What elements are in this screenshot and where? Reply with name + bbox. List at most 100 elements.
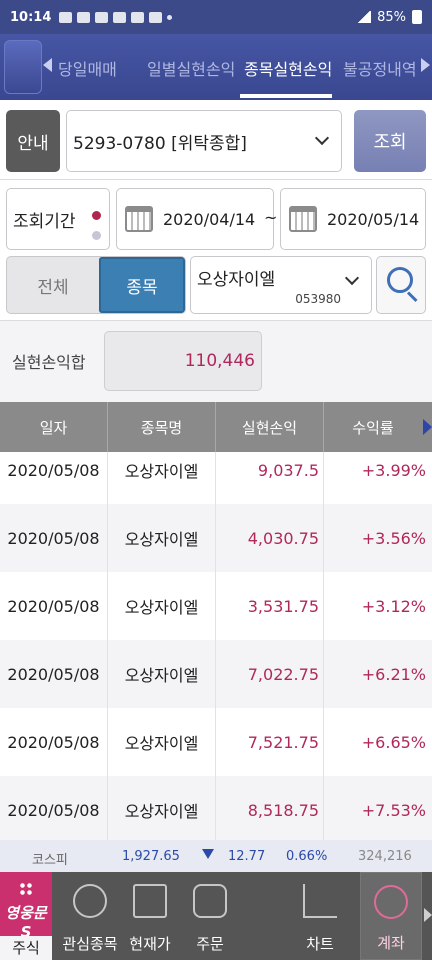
chart-icon [303,884,337,918]
summary-row: 실현손익합 110,446 [0,320,432,400]
battery-icon [412,10,422,24]
tab-scroll-left-icon[interactable] [43,58,52,72]
tab-scroll-right-icon[interactable] [421,58,430,72]
watchlist-icon [73,884,107,918]
account-value: 5293-0780 [위탁종합] [73,133,247,154]
table-header: 일자 종목명 실현손익 수익률 [0,402,432,452]
cell-date: 2020/05/08 [0,504,108,572]
cell-realized-pl: 9,037.5 [216,452,324,504]
account-select[interactable]: 5293-0780 [위탁종합] [66,110,342,172]
battery-percent: 85% [377,9,406,25]
column-header-stock[interactable]: 종목명 [108,402,216,452]
nav-label: 현재가 [129,935,171,953]
nav-scroll-right-icon[interactable] [424,908,432,922]
down-arrow-icon [202,849,214,859]
nav-account[interactable]: 계좌 [360,872,422,960]
cell-stock: 오상자이엘 [108,776,216,840]
status-bar: 10:14 85% [0,0,432,34]
nav-label: 계좌 [377,934,405,952]
table-row[interactable]: 2020/05/08 오상자이엘 4,030.75 +3.56% [0,504,432,572]
cell-date: 2020/05/08 [0,452,108,504]
notification-icons [59,11,173,23]
cell-date: 2020/05/08 [0,708,108,776]
menu-handle[interactable] [4,40,42,94]
cell-return: +3.56% [361,528,426,548]
nav-order[interactable]: 주문 [180,872,240,960]
gallery-icon [59,11,73,23]
column-header-date[interactable]: 일자 [0,402,108,452]
cell-return: +7.53% [361,800,426,820]
guide-button[interactable]: 안내 [6,110,60,172]
stock-select[interactable]: 오상자이엘 053980 [190,256,372,314]
more-dot-icon [167,14,173,20]
total-pl-value: 110,446 [104,331,262,391]
start-date-value: 2020/04/14 [163,209,256,229]
app-k-icon [131,11,145,23]
search-icon [387,267,413,293]
total-pl-label: 실현손익합 [12,353,86,372]
cell-stock: 오상자이엘 [108,708,216,776]
query-button[interactable]: 조회 [354,110,426,172]
cell-stock: 오상자이엘 [108,452,216,504]
pl-table[interactable]: 2020/05/08 오상자이엘 9,037.5 +3.99% 2020/05/… [0,452,432,840]
table-row[interactable]: 2020/05/08 오상자이엘 7,022.75 +6.21% [0,640,432,708]
end-date-value: 2020/05/14 [327,209,420,229]
signal-icon [357,11,372,23]
table-row[interactable]: 2020/05/08 오상자이엘 9,037.5 +3.99% [0,452,432,504]
youtube-icon [95,11,109,23]
more-columns-icon[interactable] [423,419,432,435]
cell-stock: 오상자이엘 [108,640,216,708]
period-option-dot [92,231,101,240]
index-name: 코스피 [32,853,68,868]
table-row[interactable]: 2020/05/08 오상자이엘 3,531.75 +3.12% [0,572,432,640]
cell-realized-pl: 8,518.75 [216,776,324,840]
account-row: 안내 5293-0780 [위탁종합] 조회 [0,100,432,180]
tab-daily-trade[interactable]: 당일매매 [58,56,117,80]
index-value: 1,927.65 [122,849,180,864]
period-label: 조회기간 [13,211,76,232]
index-volume: 324,216 [358,849,412,864]
cell-date: 2020/05/08 [0,572,108,640]
stock-name: 오상자이엘 [197,270,276,290]
nav-chart[interactable]: 차트 [290,872,350,960]
scope-segmented-control: 전체 종목 [6,256,186,314]
grid-menu-icon [19,882,33,896]
cell-return: +3.99% [361,460,426,480]
column-header-realized-pl[interactable]: 실현손익 [216,402,324,452]
won-icon [374,885,408,919]
scope-stock-option[interactable]: 종목 [99,257,185,313]
nav-label: 주문 [196,935,224,953]
cloud-icon [113,11,127,23]
scope-all-option[interactable]: 전체 [7,257,99,313]
start-date-field[interactable]: 2020/04/14 [116,188,274,250]
chevron-down-icon [344,270,360,286]
table-row[interactable]: 2020/05/08 오상자이엘 7,521.75 +6.65% [0,708,432,776]
nav-watchlist[interactable]: 관심종목 [60,872,120,960]
status-time: 10:14 [10,9,52,25]
period-type-select[interactable]: 조회기간 [6,188,110,250]
tab-daily-realized-pl[interactable]: 일별실현손익 [147,56,235,80]
market-ticker[interactable]: 코스피 1,927.65 12.77 0.66% 324,216 [0,840,432,872]
nav-label: 관심종목 [62,935,118,953]
nav-current-price[interactable]: 현재가 [120,872,180,960]
stock-code: 053980 [295,292,341,306]
cell-realized-pl: 3,531.75 [216,572,324,640]
nav-stock-home[interactable]: 영웅문S 주식 [0,872,52,960]
cell-realized-pl: 4,030.75 [216,504,324,572]
cell-stock: 오상자이엘 [108,504,216,572]
cell-return: +3.12% [361,596,426,616]
tab-unfair-history[interactable]: 불공정내역 [343,56,417,80]
stock-search-button[interactable] [376,256,426,314]
column-header-return[interactable]: 수익률 [324,402,422,452]
bottom-navigation: 영웅문S 주식 관심종목 현재가 주문 차트 계좌 [0,872,432,960]
calendar-icon [289,206,317,232]
end-date-field[interactable]: 2020/05/14 [280,188,426,250]
index-change: 12.77 [228,849,266,864]
cell-return: +6.65% [361,732,426,752]
order-exchange-icon [193,884,227,918]
cell-realized-pl: 7,521.75 [216,708,324,776]
period-option-dot-active [92,211,101,220]
active-tab-indicator [240,94,332,98]
tab-stock-realized-pl[interactable]: 종목실현손익 [244,56,332,80]
table-row[interactable]: 2020/05/08 오상자이엘 8,518.75 +7.53% [0,776,432,840]
